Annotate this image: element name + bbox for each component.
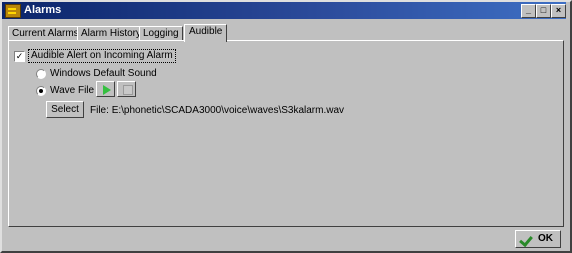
play-button[interactable] xyxy=(96,81,115,97)
maximize-button[interactable]: □ xyxy=(536,4,551,18)
audible-alert-checkbox[interactable]: ✓ xyxy=(14,51,25,62)
file-path-text: File: E:\phonetic\SCADA3000\voice\waves\… xyxy=(90,105,344,116)
footer-bar xyxy=(8,228,562,250)
file-path: E:\phonetic\SCADA3000\voice\waves\S3kala… xyxy=(111,105,345,116)
stop-button[interactable] xyxy=(117,81,136,97)
select-button[interactable]: Select xyxy=(46,101,84,118)
wave-file-label[interactable]: Wave File xyxy=(50,85,94,96)
play-icon xyxy=(103,85,111,95)
check-icon xyxy=(519,232,533,248)
tab-logging[interactable]: Logging xyxy=(139,26,183,41)
tab-alarm-history[interactable]: Alarm History xyxy=(77,26,146,41)
audible-alert-label[interactable]: Audible Alert on Incoming Alarm xyxy=(28,49,176,63)
tab-current-alarms[interactable]: Current Alarms xyxy=(8,26,83,41)
ok-button[interactable]: OK xyxy=(515,230,561,248)
file-label: File: xyxy=(90,105,109,116)
tab-audible[interactable]: Audible xyxy=(184,24,228,42)
close-button[interactable]: × xyxy=(551,4,566,18)
title-bar[interactable]: Alarms _ □ × xyxy=(2,2,566,19)
windows-default-sound-radio[interactable] xyxy=(36,69,46,79)
app-icon xyxy=(5,4,21,18)
window-title: Alarms xyxy=(24,4,62,16)
ok-label: OK xyxy=(538,233,553,244)
minimize-button[interactable]: _ xyxy=(521,4,536,18)
stop-icon xyxy=(123,85,133,95)
wave-file-radio[interactable] xyxy=(36,86,46,96)
windows-default-sound-label[interactable]: Windows Default Sound xyxy=(50,68,157,79)
